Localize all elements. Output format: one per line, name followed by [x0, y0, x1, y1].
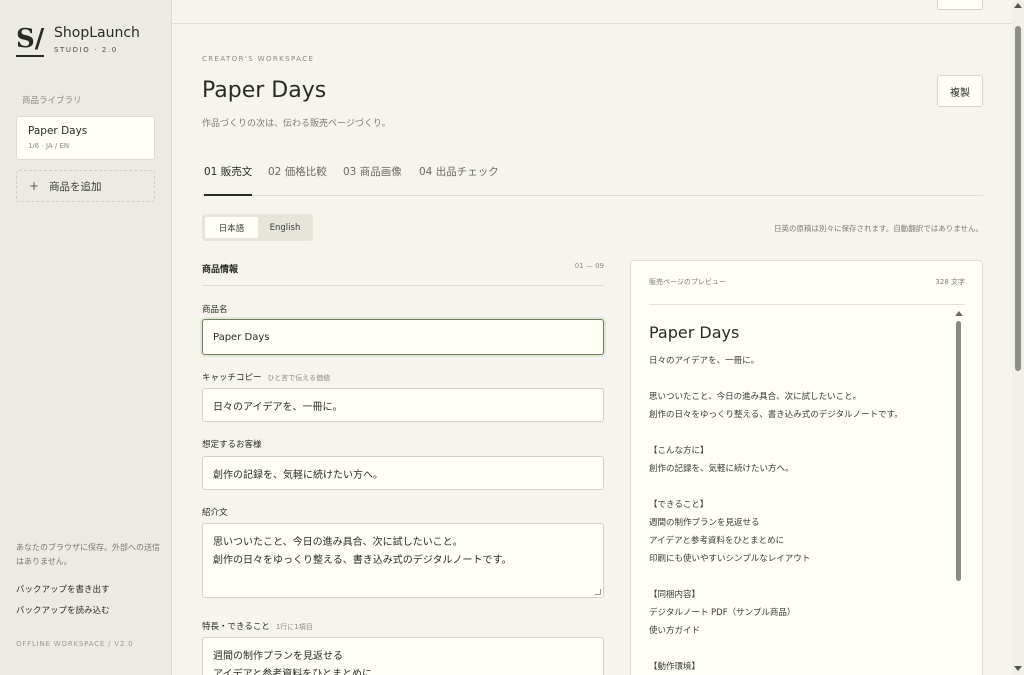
add-product-button[interactable]: + 商品を追加 [16, 170, 155, 202]
page-scroll-thumb[interactable] [1015, 26, 1021, 371]
intro-label: 紹介文 [202, 508, 228, 518]
library-label: 商品ライブラリ [22, 96, 82, 106]
features-label: 特長・できること 1行に1項目 [202, 620, 313, 632]
scroll-up-icon[interactable] [1014, 3, 1022, 8]
section-range: 01 — 09 [574, 262, 604, 270]
preview-line [649, 640, 949, 658]
sidebar: S/ ShopLaunch STUDIO · 2.0 商品ライブラリ Paper… [0, 0, 172, 675]
tab-bar: 01 販売文 02 価格比較 03 商品画像 04 出品チェック [202, 164, 983, 196]
sidebar-footer: OFFLINE WORKSPACE / V2.0 [16, 640, 134, 648]
features-textarea[interactable]: 週間の制作プランを見返せる アイデアと参考資料をひとまとめに [202, 637, 604, 675]
preview-line: 【できること】 [649, 500, 709, 510]
product-meta: 1/6 · JA / EN [28, 142, 70, 150]
section-title: 商品情報 [202, 265, 239, 275]
top-bar-button[interactable] [937, 0, 983, 10]
features-hint: 1行に1項目 [275, 623, 313, 631]
product-card[interactable]: Paper Days 1/6 · JA / EN [16, 116, 155, 160]
lang-en-button[interactable]: English [260, 217, 310, 238]
main-content: CREATOR'S WORKSPACE Paper Days 作品づくりの次は、… [172, 0, 1012, 675]
product-name-input[interactable]: Paper Days [202, 319, 604, 355]
character-count: 328 文字 [935, 278, 965, 286]
intro-value: 思いついたこと、今日の進み具合、次に試したいこと。 創作の日々をゆっくり整える、… [213, 537, 512, 566]
preview-line: デジタルノート PDF（サンプル商品） [649, 608, 796, 618]
export-backup-link[interactable]: バックアップを書き出す [16, 583, 110, 595]
scroll-down-icon[interactable] [1014, 666, 1022, 671]
duplicate-button[interactable]: 複製 [937, 75, 983, 107]
sales-page-preview: 販売ページのプレビュー 328 文字 Paper Days 日々のアイデアを、一… [630, 260, 983, 675]
add-product-label: 商品を追加 [49, 180, 102, 193]
preview-line: 日々のアイデアを、一冊に。 [649, 356, 760, 366]
product-name-label: 商品名 [202, 305, 228, 315]
catch-copy-label-text: キャッチコピー [202, 373, 262, 383]
catch-copy-label: キャッチコピー ひと言で伝える価値 [202, 371, 330, 383]
product-name-value: Paper Days [213, 331, 270, 343]
preview-line: 【こんな方に】 [649, 446, 709, 456]
scroll-up-icon[interactable] [955, 311, 963, 316]
preview-title: Paper Days [649, 323, 740, 342]
logo: S/ [16, 24, 44, 57]
product-name: Paper Days [28, 125, 88, 137]
preview-scroll-thumb[interactable] [956, 321, 961, 581]
preview-line [649, 370, 949, 388]
catch-copy-input[interactable]: 日々のアイデアを、一冊に。 [202, 388, 604, 422]
eyebrow: CREATOR'S WORKSPACE [202, 55, 315, 63]
brand-name: ShopLaunch [54, 25, 140, 41]
page-title: Paper Days [202, 78, 327, 103]
preview-line: 印刷にも使いやすいシンプルなレイアウト [649, 554, 811, 564]
tab-product-images[interactable]: 03 商品画像 [343, 164, 402, 196]
preview-line [649, 424, 949, 442]
preview-body: Paper Days 日々のアイデアを、一冊に。 思いついたこと、今日の進み具合… [649, 323, 949, 675]
features-value: 週間の制作プランを見返せる アイデアと参考資料をひとまとめに [213, 651, 372, 675]
preview-line: 使い方ガイド [649, 626, 701, 636]
preview-label: 販売ページのプレビュー [649, 278, 726, 286]
features-label-text: 特長・できること [202, 622, 270, 632]
language-note: 日英の原稿は別々に保存されます。自動翻訳ではありません。 [773, 224, 983, 233]
brand-sub: STUDIO · 2.0 [54, 46, 118, 54]
preview-line: アイデアと参考資料をひとまとめに [649, 536, 785, 546]
preview-line [649, 568, 949, 586]
tab-price-compare[interactable]: 02 価格比較 [268, 164, 327, 196]
page-subtitle: 作品づくりの次は、伝わる販売ページづくり。 [202, 119, 391, 129]
preview-line: 【動作環境】 [649, 662, 701, 672]
catch-copy-value: 日々のアイデアを、一冊に。 [213, 401, 343, 413]
preview-line: 思いついたこと、今日の進み具合、次に試したいこと。 [649, 392, 862, 402]
catch-copy-hint: ひと言で伝える価値 [267, 374, 331, 382]
top-bar [172, 0, 1012, 24]
tab-listing-check[interactable]: 04 出品チェック [419, 164, 499, 196]
language-toggle: 日本語 English [202, 214, 313, 241]
preview-line: 週間の制作プランを見返せる [649, 518, 760, 528]
preview-scrollbar[interactable] [954, 311, 964, 675]
preview-line: 創作の記録を、気軽に続けたい方へ。 [649, 464, 794, 474]
audience-label: 想定するお客様 [202, 440, 262, 450]
preview-line [649, 478, 949, 496]
audience-value: 創作の記録を、気軽に続けたい方へ。 [213, 469, 383, 481]
brand: S/ ShopLaunch STUDIO · 2.0 [16, 24, 140, 57]
resize-handle[interactable] [595, 589, 601, 595]
section-header: 商品情報 01 — 09 [202, 262, 604, 286]
tab-sales-copy[interactable]: 01 販売文 [204, 164, 253, 196]
intro-textarea[interactable]: 思いついたこと、今日の進み具合、次に試したいこと。 創作の日々をゆっくり整える、… [202, 523, 604, 598]
preview-line: 創作の日々をゆっくり整える、書き込み式のデジタルノートです。 [649, 410, 903, 420]
import-backup-link[interactable]: バックアップを読み込む [16, 604, 110, 616]
preview-header: 販売ページのプレビュー 328 文字 [649, 277, 965, 305]
page-scrollbar[interactable] [1012, 0, 1024, 675]
preview-line: 【同梱内容】 [649, 590, 701, 600]
audience-input[interactable]: 創作の記録を、気軽に続けたい方へ。 [202, 456, 604, 490]
plus-icon: + [29, 179, 40, 193]
lang-ja-button[interactable]: 日本語 [205, 217, 258, 238]
storage-note: あなたのブラウザに保存。外部への送信はありません。 [16, 543, 160, 566]
